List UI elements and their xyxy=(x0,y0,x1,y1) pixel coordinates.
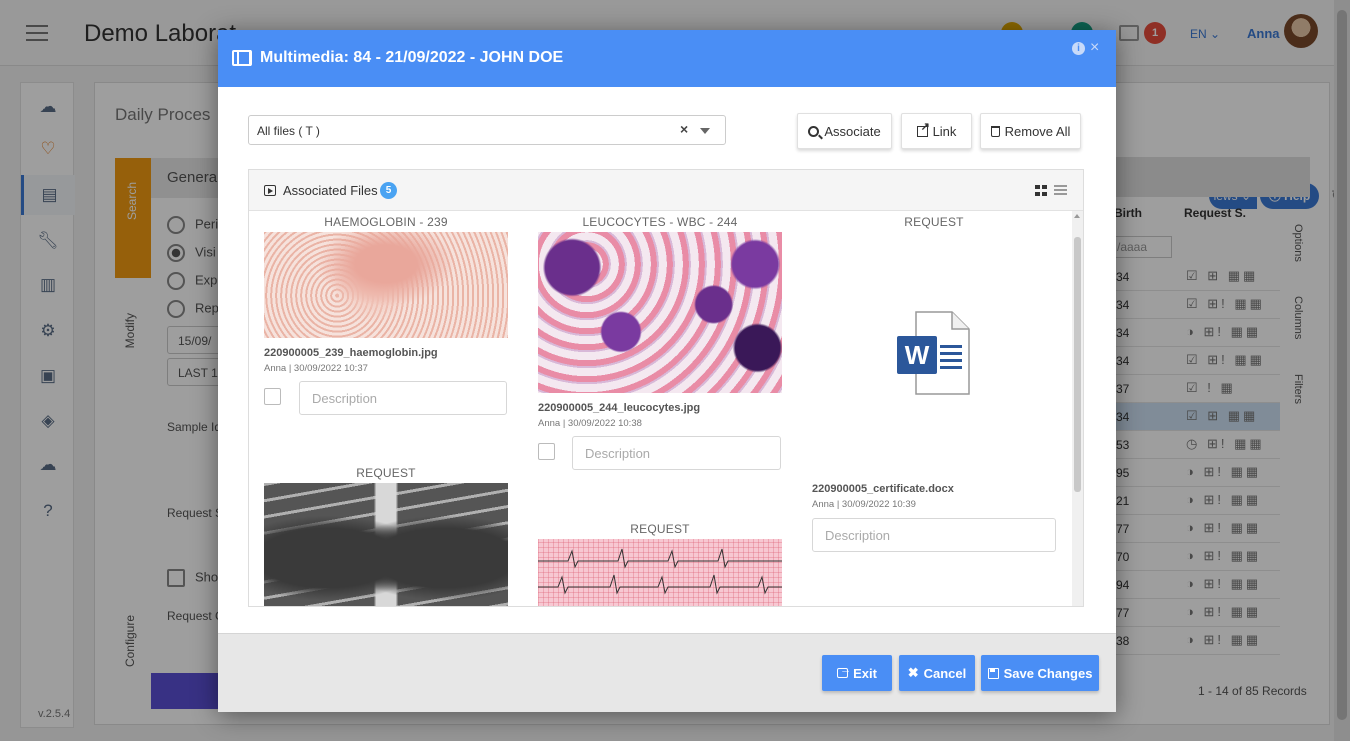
file-category: LEUCOCYTES - WBC - 244 xyxy=(582,215,738,229)
file-category: REQUEST xyxy=(356,466,416,480)
file-meta: Anna | 30/09/2022 10:38 xyxy=(538,418,642,429)
files-scrollbar[interactable] xyxy=(1072,211,1083,606)
file-category: REQUEST xyxy=(904,215,964,229)
description-input[interactable] xyxy=(572,436,781,470)
ecg-trace xyxy=(538,548,782,595)
info-icon[interactable]: i xyxy=(1072,42,1085,55)
exit-button[interactable]: Exit xyxy=(822,655,892,691)
remove-all-label: Remove All xyxy=(1004,123,1071,139)
close-icon[interactable]: × xyxy=(1090,39,1099,57)
file-thumbnail[interactable] xyxy=(538,539,782,606)
word-doc-icon[interactable]: W xyxy=(896,311,970,395)
cancel-label: Cancel xyxy=(923,665,967,681)
modal-footer: Exit ✖ Cancel Save Changes xyxy=(218,633,1116,712)
exit-icon xyxy=(837,664,851,678)
save-icon xyxy=(987,667,999,679)
film-icon xyxy=(232,50,252,66)
file-select-checkbox[interactable] xyxy=(538,443,555,460)
file-select-checkbox[interactable] xyxy=(264,388,281,405)
file-filter-value: All files ( T ) xyxy=(257,124,320,138)
remove-all-button[interactable]: Remove All xyxy=(980,113,1081,149)
file-thumbnail[interactable] xyxy=(264,483,508,606)
file-thumbnail[interactable] xyxy=(264,232,508,338)
file-name: 220900005_certificate.docx xyxy=(812,483,954,495)
external-link-icon xyxy=(916,120,930,137)
exit-label: Exit xyxy=(853,665,877,681)
link-label: Link xyxy=(932,123,957,139)
chevron-down-icon[interactable] xyxy=(700,128,710,134)
modal-title: Multimedia: 84 - 21/09/2022 - JOHN DOE xyxy=(260,49,564,66)
word-doc-letter: W xyxy=(905,340,930,370)
file-meta: Anna | 30/09/2022 10:39 xyxy=(812,499,916,510)
close-icon: ✖ xyxy=(907,665,919,680)
search-icon xyxy=(808,125,820,137)
link-button[interactable]: Link xyxy=(901,113,972,149)
file-name: 220900005_239_haemoglobin.jpg xyxy=(264,347,438,359)
file-category: HAEMOGLOBIN - 239 xyxy=(324,215,448,229)
clear-icon[interactable]: × xyxy=(680,121,688,137)
save-label: Save Changes xyxy=(1003,665,1093,681)
multimedia-modal: Multimedia: 84 - 21/09/2022 - JOHN DOE i… xyxy=(218,30,1116,712)
cancel-button[interactable]: ✖ Cancel xyxy=(899,655,975,691)
play-square-icon xyxy=(264,185,276,196)
file-meta: Anna | 30/09/2022 10:37 xyxy=(264,363,368,374)
file-category: REQUEST xyxy=(630,522,690,536)
file-name: 220900005_244_leucocytes.jpg xyxy=(538,402,701,414)
associate-label: Associate xyxy=(824,123,881,139)
associated-files-header: Associated Files 5 xyxy=(249,170,1083,211)
save-changes-button[interactable]: Save Changes xyxy=(981,655,1099,691)
associate-button[interactable]: Associate xyxy=(797,113,892,149)
grid-view-icon[interactable] xyxy=(1035,185,1047,196)
associated-files-panel: Associated Files 5 HAEMOGLOBIN - 239 220… xyxy=(248,169,1084,607)
description-input[interactable] xyxy=(299,381,507,415)
files-count-badge: 5 xyxy=(380,182,397,199)
associated-files-title: Associated Files xyxy=(283,183,378,198)
modal-header: Multimedia: 84 - 21/09/2022 - JOHN DOE i… xyxy=(218,30,1116,87)
list-view-icon[interactable] xyxy=(1054,185,1067,196)
file-filter-select[interactable]: All files ( T ) × xyxy=(248,115,726,145)
description-input[interactable] xyxy=(812,518,1056,552)
trash-icon xyxy=(990,125,1000,137)
file-thumbnail[interactable] xyxy=(538,232,782,393)
